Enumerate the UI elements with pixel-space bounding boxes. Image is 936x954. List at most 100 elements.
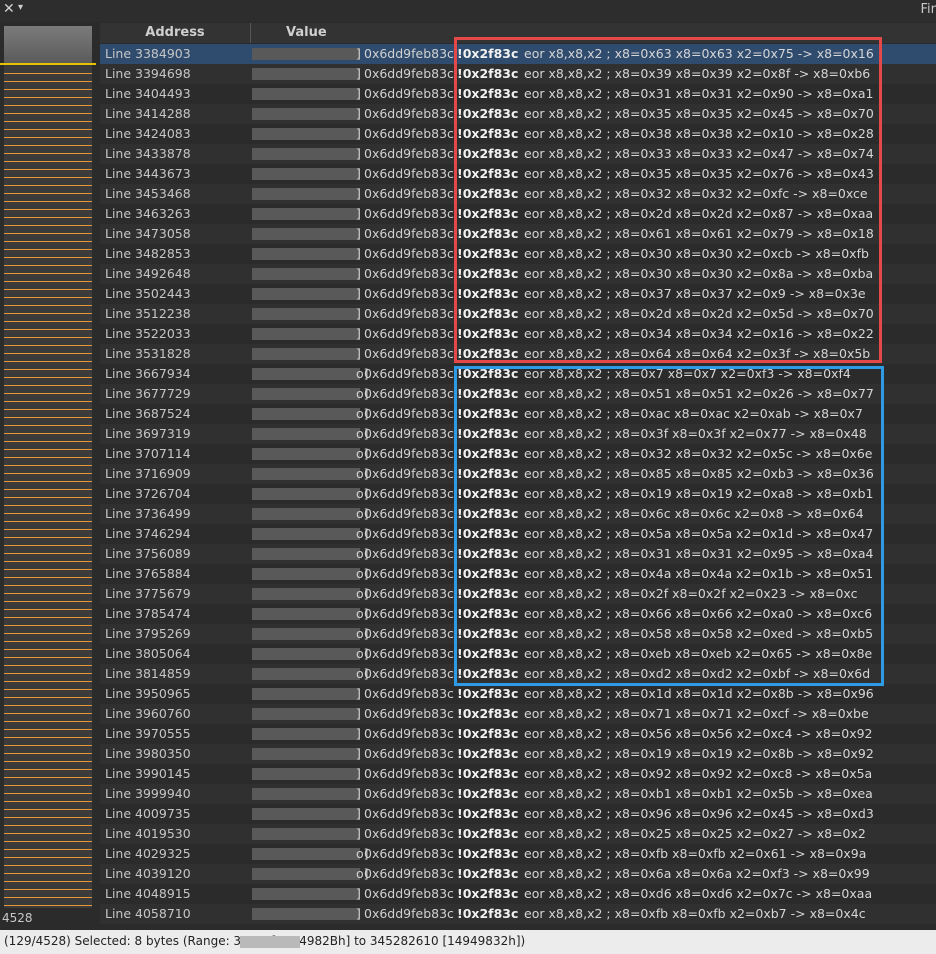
- value-suffix: ]: [356, 186, 361, 201]
- redacted-value: [252, 388, 360, 400]
- table-row[interactable]: Line 3970555] 0x6dd9feb83c !0x2f83c eor x8,…: [100, 724, 936, 744]
- table-row[interactable]: Line 3950965] 0x6dd9feb83c !0x2f83c eor x8,…: [100, 684, 936, 704]
- minimap-scrollbar[interactable]: [0, 26, 96, 908]
- redacted-value: [252, 108, 360, 120]
- instruction-address: 0x6dd9feb83c: [364, 46, 454, 61]
- instruction-address: 0x6dd9feb83c: [364, 526, 454, 541]
- instruction-address: 0x6dd9feb83c: [364, 146, 454, 161]
- redacted-value: [252, 528, 360, 540]
- dropdown-menu-icon[interactable]: ▾: [18, 2, 23, 13]
- line-number: Line 4048915: [105, 886, 191, 901]
- redacted-value: [252, 188, 360, 200]
- instruction-address: 0x6dd9feb83c: [364, 666, 454, 681]
- column-header-address[interactable]: Address: [100, 23, 251, 43]
- instruction-address: 0x6dd9feb83c: [364, 266, 454, 281]
- instruction-text: eor x8,x8,x2 ; x8=0xfb x8=0xfb x2=0xb7 -…: [524, 906, 866, 921]
- instruction-offset: !0x2f83c: [457, 806, 519, 821]
- redacted-value: [252, 768, 360, 780]
- line-number: Line 3814859: [105, 666, 191, 681]
- redacted-value: [252, 368, 360, 380]
- line-number: Line 3795269: [105, 626, 191, 641]
- table-row[interactable]: Line 4039120 o] 0x6dd9feb83c !0x2f83c eor x8…: [100, 864, 936, 884]
- value-suffix: ]: [356, 66, 361, 81]
- instruction-text: eor x8,x8,x2 ; x8=0xfb x8=0xfb x2=0x61 -…: [524, 846, 867, 861]
- line-number: Line 3746294: [105, 526, 191, 541]
- line-number: Line 3756089: [105, 546, 191, 561]
- instruction-address: 0x6dd9feb83c: [364, 646, 454, 661]
- instruction-text: eor x8,x8,x2 ; x8=0x1d x8=0x1d x2=0x8b -…: [524, 686, 874, 701]
- table-row[interactable]: Line 4009735] 0x6dd9feb83c !0x2f83c eor x8,…: [100, 804, 936, 824]
- redacted-value: [252, 888, 360, 900]
- line-number: Line 3433878: [105, 146, 191, 161]
- instruction-address: 0x6dd9feb83c: [364, 246, 454, 261]
- redacted-value: [252, 48, 360, 60]
- table-row[interactable]: Line 4058710] 0x6dd9feb83c !0x2f83c eor x8,…: [100, 904, 936, 924]
- redacted-value: [252, 328, 360, 340]
- instruction-text: eor x8,x8,x2 ; x8=0x25 x8=0x25 x2=0x27 -…: [524, 826, 866, 841]
- instruction-address: 0x6dd9feb83c: [364, 546, 454, 561]
- instruction-address: 0x6dd9feb83c: [364, 86, 454, 101]
- minimap-thumb[interactable]: [4, 26, 92, 64]
- table-row[interactable]: Line 3990145] 0x6dd9feb83c !0x2f83c eor x8,…: [100, 764, 936, 784]
- column-header-value[interactable]: Value: [286, 23, 327, 43]
- redacted-value: [252, 148, 360, 160]
- line-number: Line 3970555: [105, 726, 191, 741]
- value-suffix: ]: [356, 286, 361, 301]
- instruction-address: 0x6dd9feb83c: [364, 746, 454, 761]
- line-number: Line 3522033: [105, 326, 191, 341]
- table-row[interactable]: Line 3999940] 0x6dd9feb83c !0x2f83c eor x8,…: [100, 784, 936, 804]
- close-icon[interactable]: ✕: [3, 1, 15, 17]
- line-number: Line 3687524: [105, 406, 191, 421]
- redacted-value: [252, 228, 360, 240]
- value-suffix: ]: [356, 226, 361, 241]
- line-number: Line 3950965: [105, 686, 191, 701]
- redacted-value: [252, 908, 360, 920]
- table-row[interactable]: Line 4019530] 0x6dd9feb83c !0x2f83c eor x8,…: [100, 824, 936, 844]
- redacted-value: [252, 588, 360, 600]
- line-number: Line 3726704: [105, 486, 191, 501]
- instruction-offset: !0x2f83c: [457, 686, 519, 701]
- redacted-value: [252, 348, 360, 360]
- line-number: Line 4058710: [105, 906, 191, 921]
- redacted-value: [252, 468, 360, 480]
- find-label[interactable]: Fir: [921, 2, 936, 17]
- line-number: Line 3716909: [105, 466, 191, 481]
- instruction-address: 0x6dd9feb83c: [364, 566, 454, 581]
- instruction-text: eor x8,x8,x2 ; x8=0x19 x8=0x19 x2=0x8b -…: [524, 746, 874, 761]
- redacted-value: [252, 308, 360, 320]
- instruction-text: eor x8,x8,x2 ; x8=0x56 x8=0x56 x2=0xc4 -…: [524, 726, 873, 741]
- line-number: Line 4009735: [105, 806, 191, 821]
- value-suffix: ]: [356, 706, 361, 721]
- table-row[interactable]: Line 4048915] 0x6dd9feb83c !0x2f83c eor x8,…: [100, 884, 936, 904]
- redacted-value: [252, 268, 360, 280]
- value-suffix: ]: [356, 266, 361, 281]
- instruction-address: 0x6dd9feb83c: [364, 466, 454, 481]
- redacted-value: [252, 208, 360, 220]
- redacted-range-start: [240, 936, 300, 948]
- instruction-address: 0x6dd9feb83c: [364, 106, 454, 121]
- table-row[interactable]: Line 3980350] 0x6dd9feb83c !0x2f83c eor x8,…: [100, 744, 936, 764]
- line-number: Line 4039120: [105, 866, 191, 881]
- instruction-address: 0x6dd9feb83c: [364, 446, 454, 461]
- table-row[interactable]: Line 3960760] 0x6dd9feb83c !0x2f83c eor x8,…: [100, 704, 936, 724]
- redacted-value: [252, 668, 360, 680]
- redacted-value: [252, 728, 360, 740]
- instruction-address: 0x6dd9feb83c: [364, 906, 454, 921]
- instruction-offset: !0x2f83c: [457, 866, 519, 881]
- table-row[interactable]: Line 4029325 o] 0x6dd9feb83c !0x2f83c eor x8…: [100, 844, 936, 864]
- line-number: Line 3453468: [105, 186, 191, 201]
- instruction-address: 0x6dd9feb83c: [364, 786, 454, 801]
- line-number: Line 3414288: [105, 106, 191, 121]
- redacted-value: [252, 428, 360, 440]
- instruction-text: eor x8,x8,x2 ; x8=0xd6 x8=0xd6 x2=0x7c -…: [524, 886, 873, 901]
- instruction-text: eor x8,x8,x2 ; x8=0x96 x8=0x96 x2=0x45 -…: [524, 806, 874, 821]
- line-number: Line 3736499: [105, 506, 191, 521]
- value-suffix: ]: [356, 326, 361, 341]
- instruction-address: 0x6dd9feb83c: [364, 846, 454, 861]
- redacted-value: [252, 628, 360, 640]
- redacted-value: [252, 648, 360, 660]
- instruction-offset: !0x2f83c: [457, 886, 519, 901]
- redacted-value: [252, 288, 360, 300]
- minimap-current-line-marker: [0, 63, 96, 65]
- line-number: Line 3394698: [105, 66, 191, 81]
